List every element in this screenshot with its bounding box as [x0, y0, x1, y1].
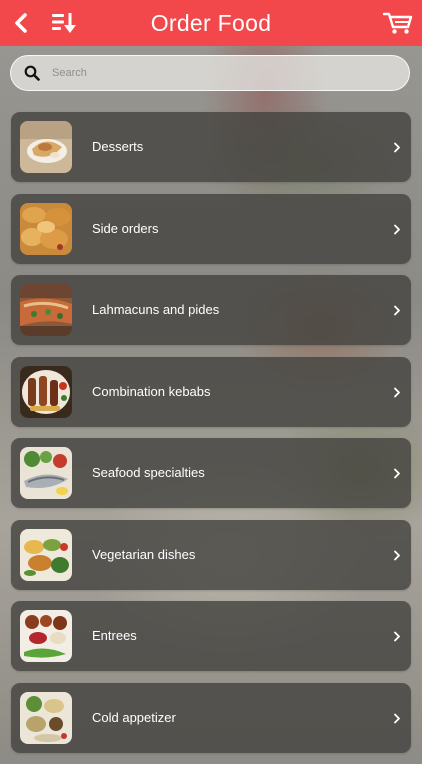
seafood-thumbnail: [20, 447, 72, 499]
category-row-lahmacuns-and-pides[interactable]: Lahmacuns and pides: [11, 275, 411, 345]
search-icon: [24, 65, 40, 81]
category-row-seafood-specialties[interactable]: Seafood specialties: [11, 438, 411, 508]
category-list: Desserts Side orders Lahmacuns and pides…: [11, 112, 411, 764]
entrees-thumbnail: [20, 610, 72, 662]
category-label: Side orders: [92, 220, 159, 236]
category-label: Seafood specialties: [92, 465, 205, 480]
side-orders-thumbnail: [20, 202, 72, 255]
cold-appetizer-thumbnail: [20, 691, 72, 744]
desserts-thumbnail: [20, 121, 72, 173]
category-label: Vegetarian dishes: [92, 546, 196, 562]
chevron-right-icon: [394, 631, 400, 642]
chevron-right-icon: [394, 468, 400, 479]
nav-bar: Order Food: [0, 0, 422, 46]
chevron-right-icon: [394, 550, 400, 560]
category-row-vegetarian-dishes[interactable]: Vegetarian dishes: [11, 519, 411, 590]
chevron-right-icon: [394, 713, 400, 723]
category-row-side-orders[interactable]: Side orders: [11, 193, 411, 264]
chevron-right-icon: [394, 142, 400, 153]
category-row-combination-kebabs[interactable]: Combination kebabs: [11, 356, 411, 427]
category-label: Cold appetizer: [92, 709, 176, 725]
cart-icon: [383, 12, 413, 34]
search-bar[interactable]: [10, 55, 410, 91]
vegetarian-thumbnail: [20, 528, 72, 581]
chevron-right-icon: [394, 224, 400, 234]
category-label: Lahmacuns and pides: [92, 302, 220, 317]
kebab-thumbnail: [20, 365, 72, 418]
category-label: Combination kebabs: [92, 383, 211, 399]
lahmacun-thumbnail: [20, 284, 72, 336]
page-title: Order Food: [150, 10, 272, 36]
category-label: Entrees: [92, 628, 137, 643]
search-input[interactable]: [52, 58, 372, 88]
category-row-cold-appetizer[interactable]: Cold appetizer: [11, 682, 411, 753]
category-label: Desserts: [92, 139, 144, 154]
category-row-desserts[interactable]: Desserts: [11, 112, 411, 182]
cart-button[interactable]: [380, 0, 416, 46]
chevron-right-icon: [394, 387, 400, 397]
chevron-right-icon: [394, 305, 400, 316]
category-row-entrees[interactable]: Entrees: [11, 601, 411, 671]
